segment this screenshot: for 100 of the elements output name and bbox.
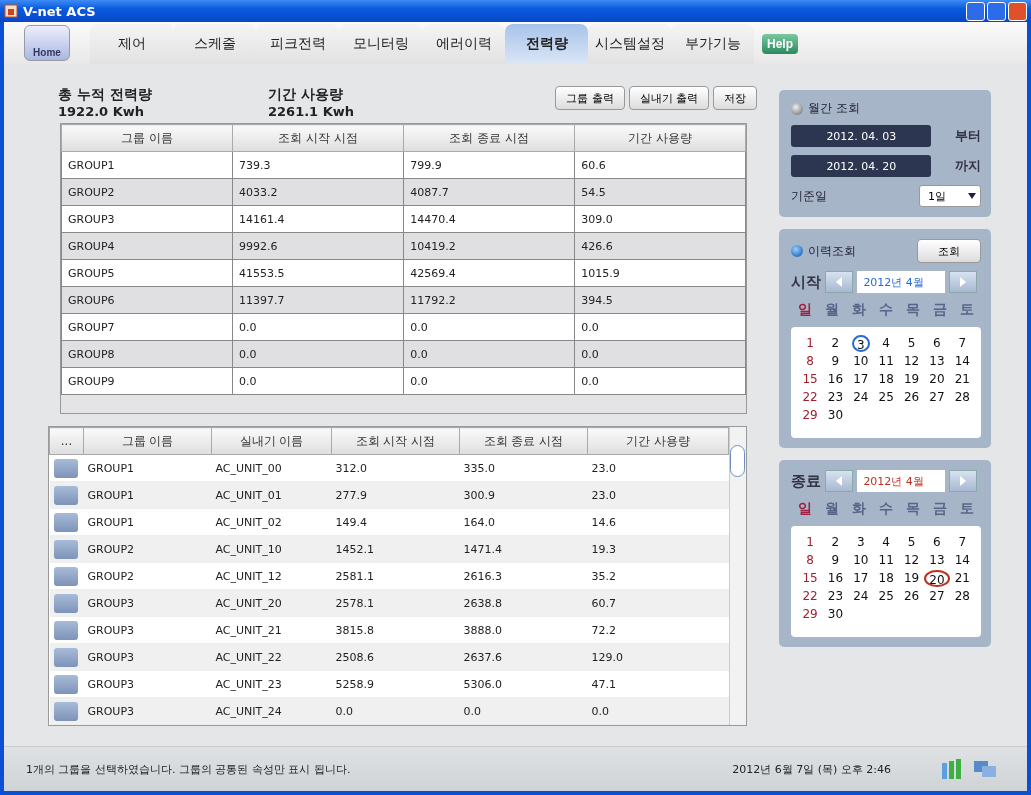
calendar-day[interactable]: 11 bbox=[875, 552, 897, 569]
calendar-day[interactable]: 6 bbox=[930, 335, 944, 352]
calendar-day[interactable]: 21 bbox=[951, 570, 973, 587]
calendar-day[interactable]: 16 bbox=[824, 371, 847, 388]
calendar-day[interactable]: 13 bbox=[926, 552, 948, 569]
calendar-day[interactable]: 13 bbox=[926, 353, 948, 370]
previous-month-button[interactable] bbox=[825, 470, 854, 492]
calendar-day[interactable]: 30 bbox=[824, 606, 847, 623]
date-field[interactable]: 2012. 04. 20 bbox=[791, 155, 932, 177]
calendar-day[interactable]: 11 bbox=[875, 353, 897, 370]
calendar-day[interactable]: 2 bbox=[828, 335, 843, 352]
tab[interactable]: 피크전력 bbox=[256, 24, 339, 64]
calendar-day[interactable]: 5 bbox=[904, 534, 919, 551]
calendar-day[interactable]: 29 bbox=[799, 407, 821, 424]
print-button[interactable]: 저장 bbox=[713, 86, 758, 110]
column-header[interactable]: 조회 시작 시점 bbox=[232, 124, 404, 152]
calendar-day[interactable]: 6 bbox=[930, 534, 944, 551]
calendar-day[interactable]: 27 bbox=[926, 588, 948, 605]
calendar-day[interactable]: 8 bbox=[803, 353, 817, 370]
row-detail-icon[interactable] bbox=[53, 566, 78, 586]
calendar-day[interactable]: 10 bbox=[850, 353, 872, 370]
tab[interactable]: 전력량 bbox=[505, 24, 588, 64]
calendar-day[interactable]: 17 bbox=[850, 570, 872, 587]
column-header[interactable]: 기간 사용량 bbox=[587, 427, 729, 455]
calendar-day[interactable]: 22 bbox=[799, 588, 821, 605]
calendar-day[interactable]: 1 bbox=[803, 534, 817, 551]
calendar-day[interactable]: 2 bbox=[828, 534, 843, 551]
calendar-day[interactable]: 26 bbox=[900, 588, 923, 605]
calendar-day[interactable]: 3 bbox=[854, 534, 868, 551]
row-detail-icon[interactable] bbox=[53, 512, 78, 532]
calendar-day[interactable]: 25 bbox=[875, 588, 897, 605]
calendar-day[interactable]: 30 bbox=[824, 407, 847, 424]
calendar-day[interactable]: 9 bbox=[828, 353, 843, 370]
calendar-day[interactable]: 14 bbox=[951, 552, 973, 569]
calendar-day[interactable]: 18 bbox=[875, 570, 897, 587]
calendar-day[interactable]: 28 bbox=[951, 588, 973, 605]
tab[interactable]: 에러이력 bbox=[422, 24, 505, 64]
base-day-select[interactable]: 1일 bbox=[919, 185, 981, 207]
column-header[interactable]: 기간 사용량 bbox=[574, 124, 746, 152]
tab[interactable]: 모니터링 bbox=[339, 24, 422, 64]
tab[interactable]: 제어 bbox=[90, 24, 173, 64]
row-detail-icon[interactable] bbox=[53, 674, 78, 694]
column-header[interactable]: 그룹 이름 bbox=[61, 124, 233, 152]
calendar-day[interactable]: 22 bbox=[799, 389, 821, 406]
calendar-day[interactable]: 10 bbox=[850, 552, 872, 569]
row-detail-icon[interactable] bbox=[53, 458, 78, 478]
calendar-day[interactable]: 19 bbox=[900, 371, 923, 388]
calendar-day[interactable]: 23 bbox=[824, 588, 847, 605]
calendar-day[interactable]: 19 bbox=[900, 570, 923, 587]
calendar-day[interactable]: 4 bbox=[879, 335, 893, 352]
row-detail-icon[interactable] bbox=[53, 620, 78, 640]
maximize-button[interactable] bbox=[987, 1, 1006, 21]
calendar-day[interactable]: 8 bbox=[803, 552, 817, 569]
close-button[interactable] bbox=[1008, 1, 1027, 21]
minimize-button[interactable] bbox=[966, 1, 985, 21]
row-detail-icon[interactable] bbox=[53, 593, 78, 613]
calendar-day[interactable]: 20 bbox=[926, 371, 948, 388]
row-detail-icon[interactable] bbox=[53, 701, 78, 721]
column-header[interactable]: 실내기 이름 bbox=[211, 427, 332, 455]
calendar-day[interactable]: 4 bbox=[879, 534, 893, 551]
calendar-day[interactable]: 26 bbox=[900, 389, 923, 406]
calendar-day[interactable]: 12 bbox=[900, 552, 923, 569]
calendar-day[interactable]: 9 bbox=[828, 552, 843, 569]
column-header[interactable]: 조회 종료 시점 bbox=[459, 427, 588, 455]
column-header[interactable]: ... bbox=[49, 427, 84, 455]
query-button[interactable]: 조회 bbox=[917, 239, 981, 263]
calendar-day[interactable]: 16 bbox=[824, 570, 847, 587]
calendar-day[interactable]: 1 bbox=[803, 335, 817, 352]
row-detail-icon[interactable] bbox=[53, 539, 78, 559]
history-radio[interactable]: 이력조회 bbox=[791, 242, 857, 260]
scrollbar[interactable] bbox=[729, 427, 747, 725]
calendar-day[interactable]: 21 bbox=[951, 371, 973, 388]
tab[interactable]: 부가기능 bbox=[671, 24, 754, 64]
monthly-radio[interactable]: 월간 조회 bbox=[791, 100, 981, 117]
print-button[interactable]: 그룹 출력 bbox=[555, 86, 625, 110]
calendar-day[interactable]: 24 bbox=[850, 389, 872, 406]
previous-month-button[interactable] bbox=[825, 271, 854, 293]
print-button[interactable]: 실내기 출력 bbox=[628, 86, 710, 110]
column-header[interactable]: 조회 종료 시점 bbox=[403, 124, 575, 152]
calendar-day[interactable]: 28 bbox=[951, 389, 973, 406]
calendar-day[interactable]: 15 bbox=[799, 570, 821, 587]
calendar-day[interactable]: 7 bbox=[955, 534, 970, 551]
calendar-day[interactable]: 7 bbox=[955, 335, 970, 352]
calendar-day[interactable]: 25 bbox=[875, 389, 897, 406]
column-header[interactable]: 조회 시작 시점 bbox=[331, 427, 460, 455]
home-button[interactable]: Home bbox=[24, 25, 70, 61]
tab[interactable]: 시스템설정 bbox=[588, 24, 671, 64]
calendar-day[interactable]: 3 bbox=[852, 335, 870, 352]
column-header[interactable]: 그룹 이름 bbox=[83, 427, 212, 455]
row-detail-icon[interactable] bbox=[53, 485, 78, 505]
calendar-day[interactable]: 14 bbox=[951, 353, 973, 370]
row-detail-icon[interactable] bbox=[53, 647, 78, 667]
calendar-day[interactable]: 23 bbox=[824, 389, 847, 406]
calendar-day[interactable]: 17 bbox=[850, 371, 872, 388]
date-field[interactable]: 2012. 04. 03 bbox=[791, 125, 932, 147]
calendar-day[interactable]: 24 bbox=[850, 588, 872, 605]
calendar-day[interactable]: 12 bbox=[900, 353, 923, 370]
calendar-day[interactable]: 18 bbox=[875, 371, 897, 388]
calendar-day[interactable]: 29 bbox=[799, 606, 821, 623]
calendar-day[interactable]: 15 bbox=[799, 371, 821, 388]
